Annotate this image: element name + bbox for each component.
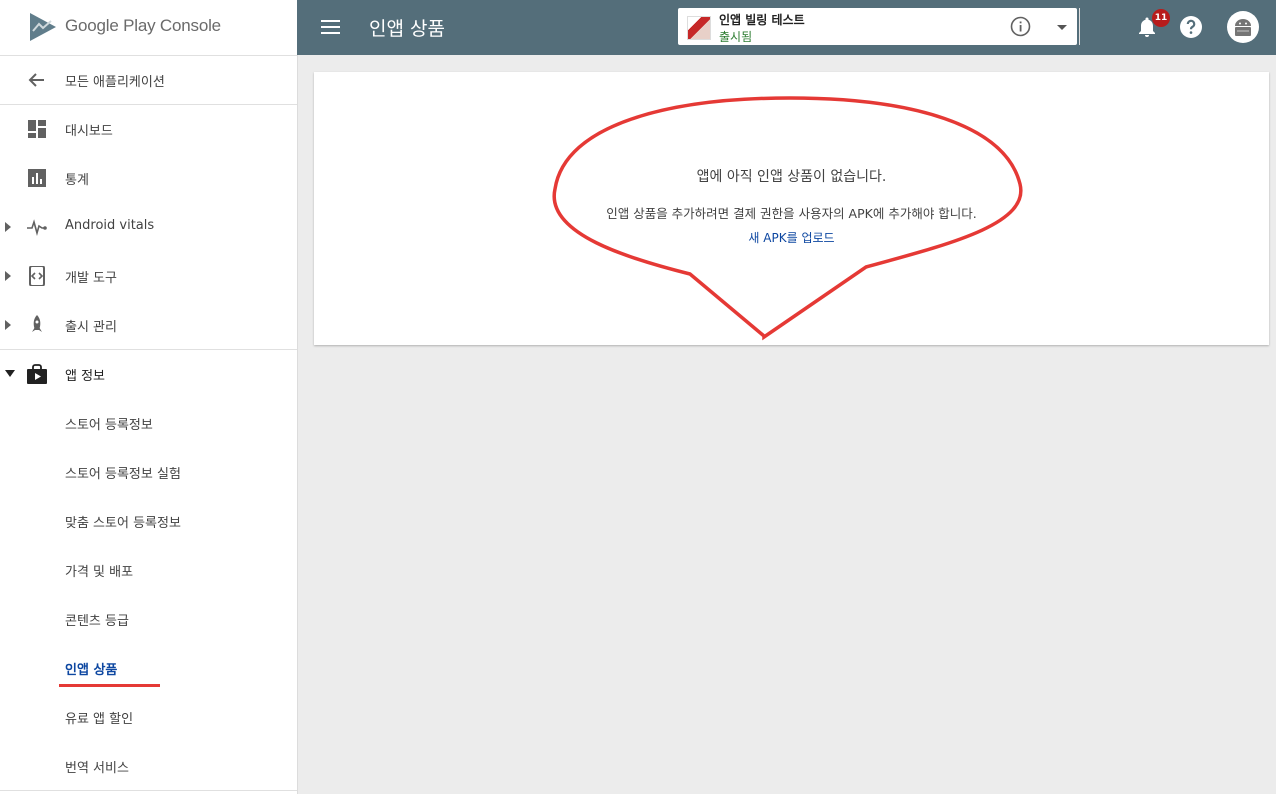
sidebar-item-label: 출시 관리 (65, 320, 117, 335)
back-label: 모든 애플리케이션 (65, 75, 165, 90)
help-icon[interactable] (1179, 15, 1203, 39)
account-avatar[interactable] (1227, 11, 1259, 43)
sidebar-item-dev-tools[interactable]: 개발 도구 (0, 252, 297, 301)
sidebar-subitem-store-listing[interactable]: 스토어 등록정보 (0, 399, 297, 448)
sidebar-item-label: 번역 서비스 (65, 761, 129, 776)
play-console-logo-icon (30, 13, 56, 41)
caret-down-icon (5, 370, 15, 377)
sidebar-subitem-paid-app-discount[interactable]: 유료 앱 할인 (0, 693, 297, 742)
sidebar-item-dashboard[interactable]: 대시보드 (0, 105, 297, 154)
back-to-all-apps[interactable]: 모든 애플리케이션 (0, 56, 297, 105)
caret-right-icon (5, 320, 11, 330)
android-robot-icon (1235, 19, 1251, 36)
hamburger-menu-icon[interactable] (321, 19, 340, 35)
sidebar-subitem-translation-service[interactable]: 번역 서비스 (0, 742, 297, 791)
annotation-underline (59, 684, 160, 687)
caret-right-icon (5, 271, 11, 281)
sidebar-item-label: 스토어 등록정보 실험 (65, 467, 181, 482)
caret-right-icon (5, 222, 11, 232)
info-icon (1010, 16, 1031, 37)
vitals-pulse-icon (27, 219, 47, 236)
rocket-icon (32, 315, 42, 332)
sidebar-item-android-vitals[interactable]: Android vitals (0, 203, 297, 252)
sidebar-item-label: 콘텐츠 등급 (65, 614, 129, 629)
sidebar-item-label: 대시보드 (65, 124, 113, 139)
app-status: 출시됨 (719, 30, 753, 44)
sidebar-item-label: 앱 정보 (65, 369, 106, 384)
sidebar-item-label: 스토어 등록정보 (65, 418, 153, 433)
annotation-callout-shape (552, 96, 1023, 341)
sidebar-item-statistics[interactable]: 통계 (0, 154, 297, 203)
shopping-bag-icon (27, 364, 47, 384)
chevron-down-icon (1057, 25, 1067, 30)
sidebar: Google Play Console 모든 애플리케이션 대시보드 통계 An… (0, 0, 298, 794)
dashboard-icon (28, 120, 46, 138)
sidebar-item-label: Android vitals (65, 218, 155, 233)
selector-divider (1079, 8, 1080, 45)
brand-header[interactable]: Google Play Console (0, 0, 297, 56)
sidebar-item-label: 가격 및 배포 (65, 565, 134, 580)
brand-name: Google Play Console (65, 16, 221, 35)
sidebar-subitem-content-rating[interactable]: 콘텐츠 등급 (0, 595, 297, 644)
sidebar-item-app-info[interactable]: 앱 정보 (0, 350, 297, 399)
sidebar-item-label: 개발 도구 (65, 271, 117, 286)
sidebar-item-label: 맞춤 스토어 등록정보 (65, 516, 181, 531)
sidebar-subitem-custom-store-listing[interactable]: 맞춤 스토어 등록정보 (0, 497, 297, 546)
dev-tools-icon (29, 266, 45, 286)
sidebar-item-label: 유료 앱 할인 (65, 712, 134, 727)
sidebar-subitem-pricing-distribution[interactable]: 가격 및 배포 (0, 546, 297, 595)
sidebar-item-label: 통계 (65, 173, 89, 188)
bar-chart-icon (28, 169, 46, 187)
top-app-bar: 인앱 상품 인앱 빌링 테스트 출시됨 11 (297, 0, 1276, 55)
sidebar-item-release-management[interactable]: 출시 관리 (0, 301, 297, 350)
arrow-back-icon (28, 73, 44, 87)
app-thumbnail (687, 16, 711, 40)
page-title: 인앱 상품 (369, 18, 445, 40)
sidebar-subitem-store-listing-experiments[interactable]: 스토어 등록정보 실험 (0, 448, 297, 497)
sidebar-item-label: 인앱 상품 (65, 663, 118, 678)
info-button[interactable] (1002, 8, 1039, 45)
notification-count-badge: 11 (1152, 9, 1170, 27)
app-name: 인앱 빌링 테스트 (719, 13, 805, 27)
